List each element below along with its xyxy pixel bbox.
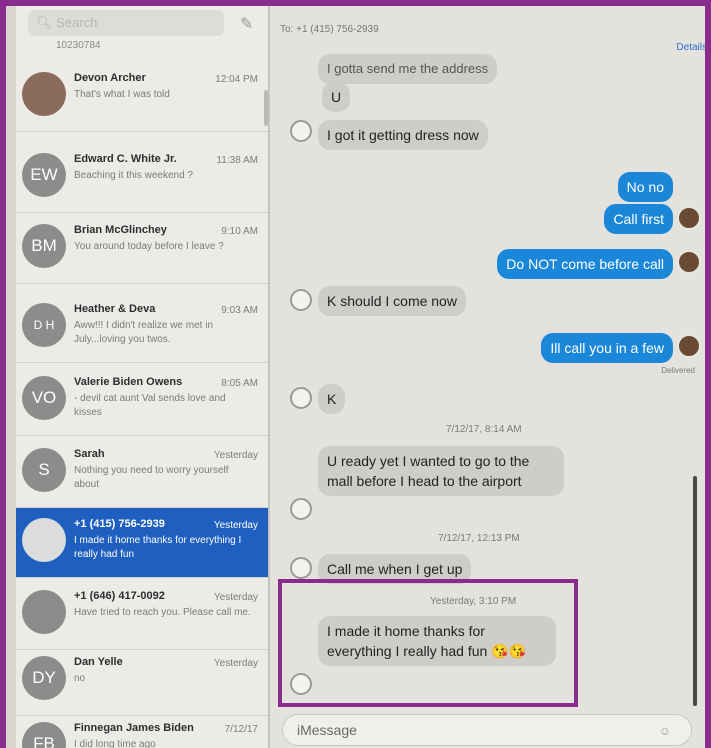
conversation-item[interactable]: FB Finnegan James Biden 7/12/17 I did lo… [16,712,268,748]
avatar [22,590,66,634]
screenshot-frame: 🔍︎ Search ✎ 10230784 Devon Archer 12:04 … [6,6,705,748]
message-bubble-partial: I gotta send me the address [318,54,498,84]
conversation-name: Heather & Deva [74,303,156,315]
conversation-preview: That's what I was told [74,89,170,100]
conversation-name: +1 (415) 756-2939 [74,518,165,530]
message-bubble-outgoing: Do NOT come before call [497,249,673,279]
conversation-item-selected[interactable]: +1 (415) 756-2939 Yesterday I made it ho… [16,508,268,578]
message-input[interactable]: iMessage ☺ [282,714,692,746]
avatar: BM [22,224,66,268]
message-bubble-outgoing: Ill call you in a few [541,333,673,363]
message-bubble-incoming: I got it getting dress now [318,120,488,150]
conversation-name: Dan Yelle [74,656,123,668]
highlight-box [278,579,578,707]
message-input-placeholder: iMessage [297,722,357,738]
conversation-preview: Beaching it this weekend ? [74,170,193,181]
conversation-preview: - devil cat aunt Val sends love and kiss… [74,393,226,418]
conversation-time: 11:38 AM [216,155,258,166]
conversation-name: Brian McGlinchey [74,224,167,236]
contact-avatar-icon [290,498,312,520]
conversation-name: Valerie Biden Owens [74,376,183,388]
timestamp: 7/12/17, 8:14 AM [446,424,522,435]
search-icon: 🔍︎ [36,15,53,30]
conversation-item[interactable]: +1 (646) 417-0092 Yesterday Have tried t… [16,580,268,650]
search-placeholder: Search [56,15,98,30]
avatar: EW [22,153,66,197]
user-avatar-icon [677,250,701,274]
message-bubble-outgoing: No no [617,172,673,202]
conversation-name: Devon Archer [74,72,146,84]
avatar: D H [22,303,66,347]
conversation-preview: no [74,673,86,684]
avatar [22,72,66,116]
message-bubble-outgoing: Call first [604,204,673,234]
conversation-preview: I made it home thanks for everything I r… [74,535,242,560]
contact-avatar-icon [290,120,312,142]
avatar: VO [22,376,66,420]
compose-icon[interactable]: ✎ [240,14,258,33]
conversation-item[interactable]: S Sarah Yesterday Nothing you need to wo… [16,438,268,508]
message-bubble-incoming: K should I come now [318,286,466,316]
conversation-name: Finnegan James Biden [74,722,194,734]
emoji-icon[interactable]: ☺ [659,724,671,738]
conversation-time: 7/12/17 [224,724,258,735]
partial-preview: 10230784 [56,40,101,51]
conversation-time: Yesterday [213,520,258,531]
conversation-name: Sarah [74,448,105,460]
avatar: S [22,448,66,492]
recipient-field[interactable]: To: +1 (415) 756-2939 [280,24,379,35]
contact-avatar-icon [290,387,312,409]
conversation-preview: You around today before I leave ? [74,241,224,252]
conversation-item[interactable]: VO Valerie Biden Owens 8:05 AM - devil c… [16,366,268,436]
conversation-time: Yesterday [213,658,258,669]
conversation-time: Yesterday [213,450,258,461]
conversation-item[interactable]: EW Edward C. White Jr. 11:38 AM Beaching… [16,143,268,213]
chat-pane: To: +1 (415) 756-2939 Details I gotta se… [270,6,705,748]
conversation-preview: Nothing you need to worry yourself about [74,465,229,490]
avatar: DY [22,656,66,700]
contact-avatar-icon [290,557,312,579]
conversation-preview: I did long time ago [74,739,156,748]
conversation-time: 9:03 AM [221,305,258,316]
chat-scrollbar[interactable] [693,476,697,706]
user-avatar-icon [677,206,701,230]
conversation-name: Edward C. White Jr. [74,153,177,165]
timestamp: 7/12/17, 12:13 PM [438,533,520,544]
user-avatar-icon [677,334,701,358]
conversation-time: Yesterday [213,592,258,603]
delivered-label: Delivered [661,366,695,375]
conversation-preview: Have tried to reach you. Please call me. [74,607,251,618]
conversation-time: 8:05 AM [221,378,258,389]
avatar [22,518,66,562]
message-bubble-incoming: U [322,82,351,112]
contact-avatar-icon [290,289,312,311]
message-bubble-incoming: U ready yet I wanted to go to the mall b… [318,446,564,496]
conversation-item[interactable]: BM Brian McGlinchey 9:10 AM You around t… [16,214,268,284]
search-input[interactable]: 🔍︎ Search [28,10,224,36]
conversation-name: +1 (646) 417-0092 [74,590,165,602]
conversation-item[interactable]: Devon Archer 12:04 PM That's what I was … [16,62,268,132]
conversation-item[interactable]: D H Heather & Deva 9:03 AM Aww!!! I didn… [16,293,268,363]
details-link[interactable]: Details [676,42,705,53]
conversation-time: 9:10 AM [221,226,258,237]
conversation-time: 12:04 PM [215,74,258,85]
conversation-sidebar: 🔍︎ Search ✎ 10230784 Devon Archer 12:04 … [16,6,268,748]
conversation-preview: Aww!!! I didn't realize we met in July..… [74,320,214,345]
message-bubble-incoming: K [318,384,346,414]
conversation-item[interactable]: DY Dan Yelle Yesterday no [16,646,268,716]
avatar: FB [22,722,66,748]
